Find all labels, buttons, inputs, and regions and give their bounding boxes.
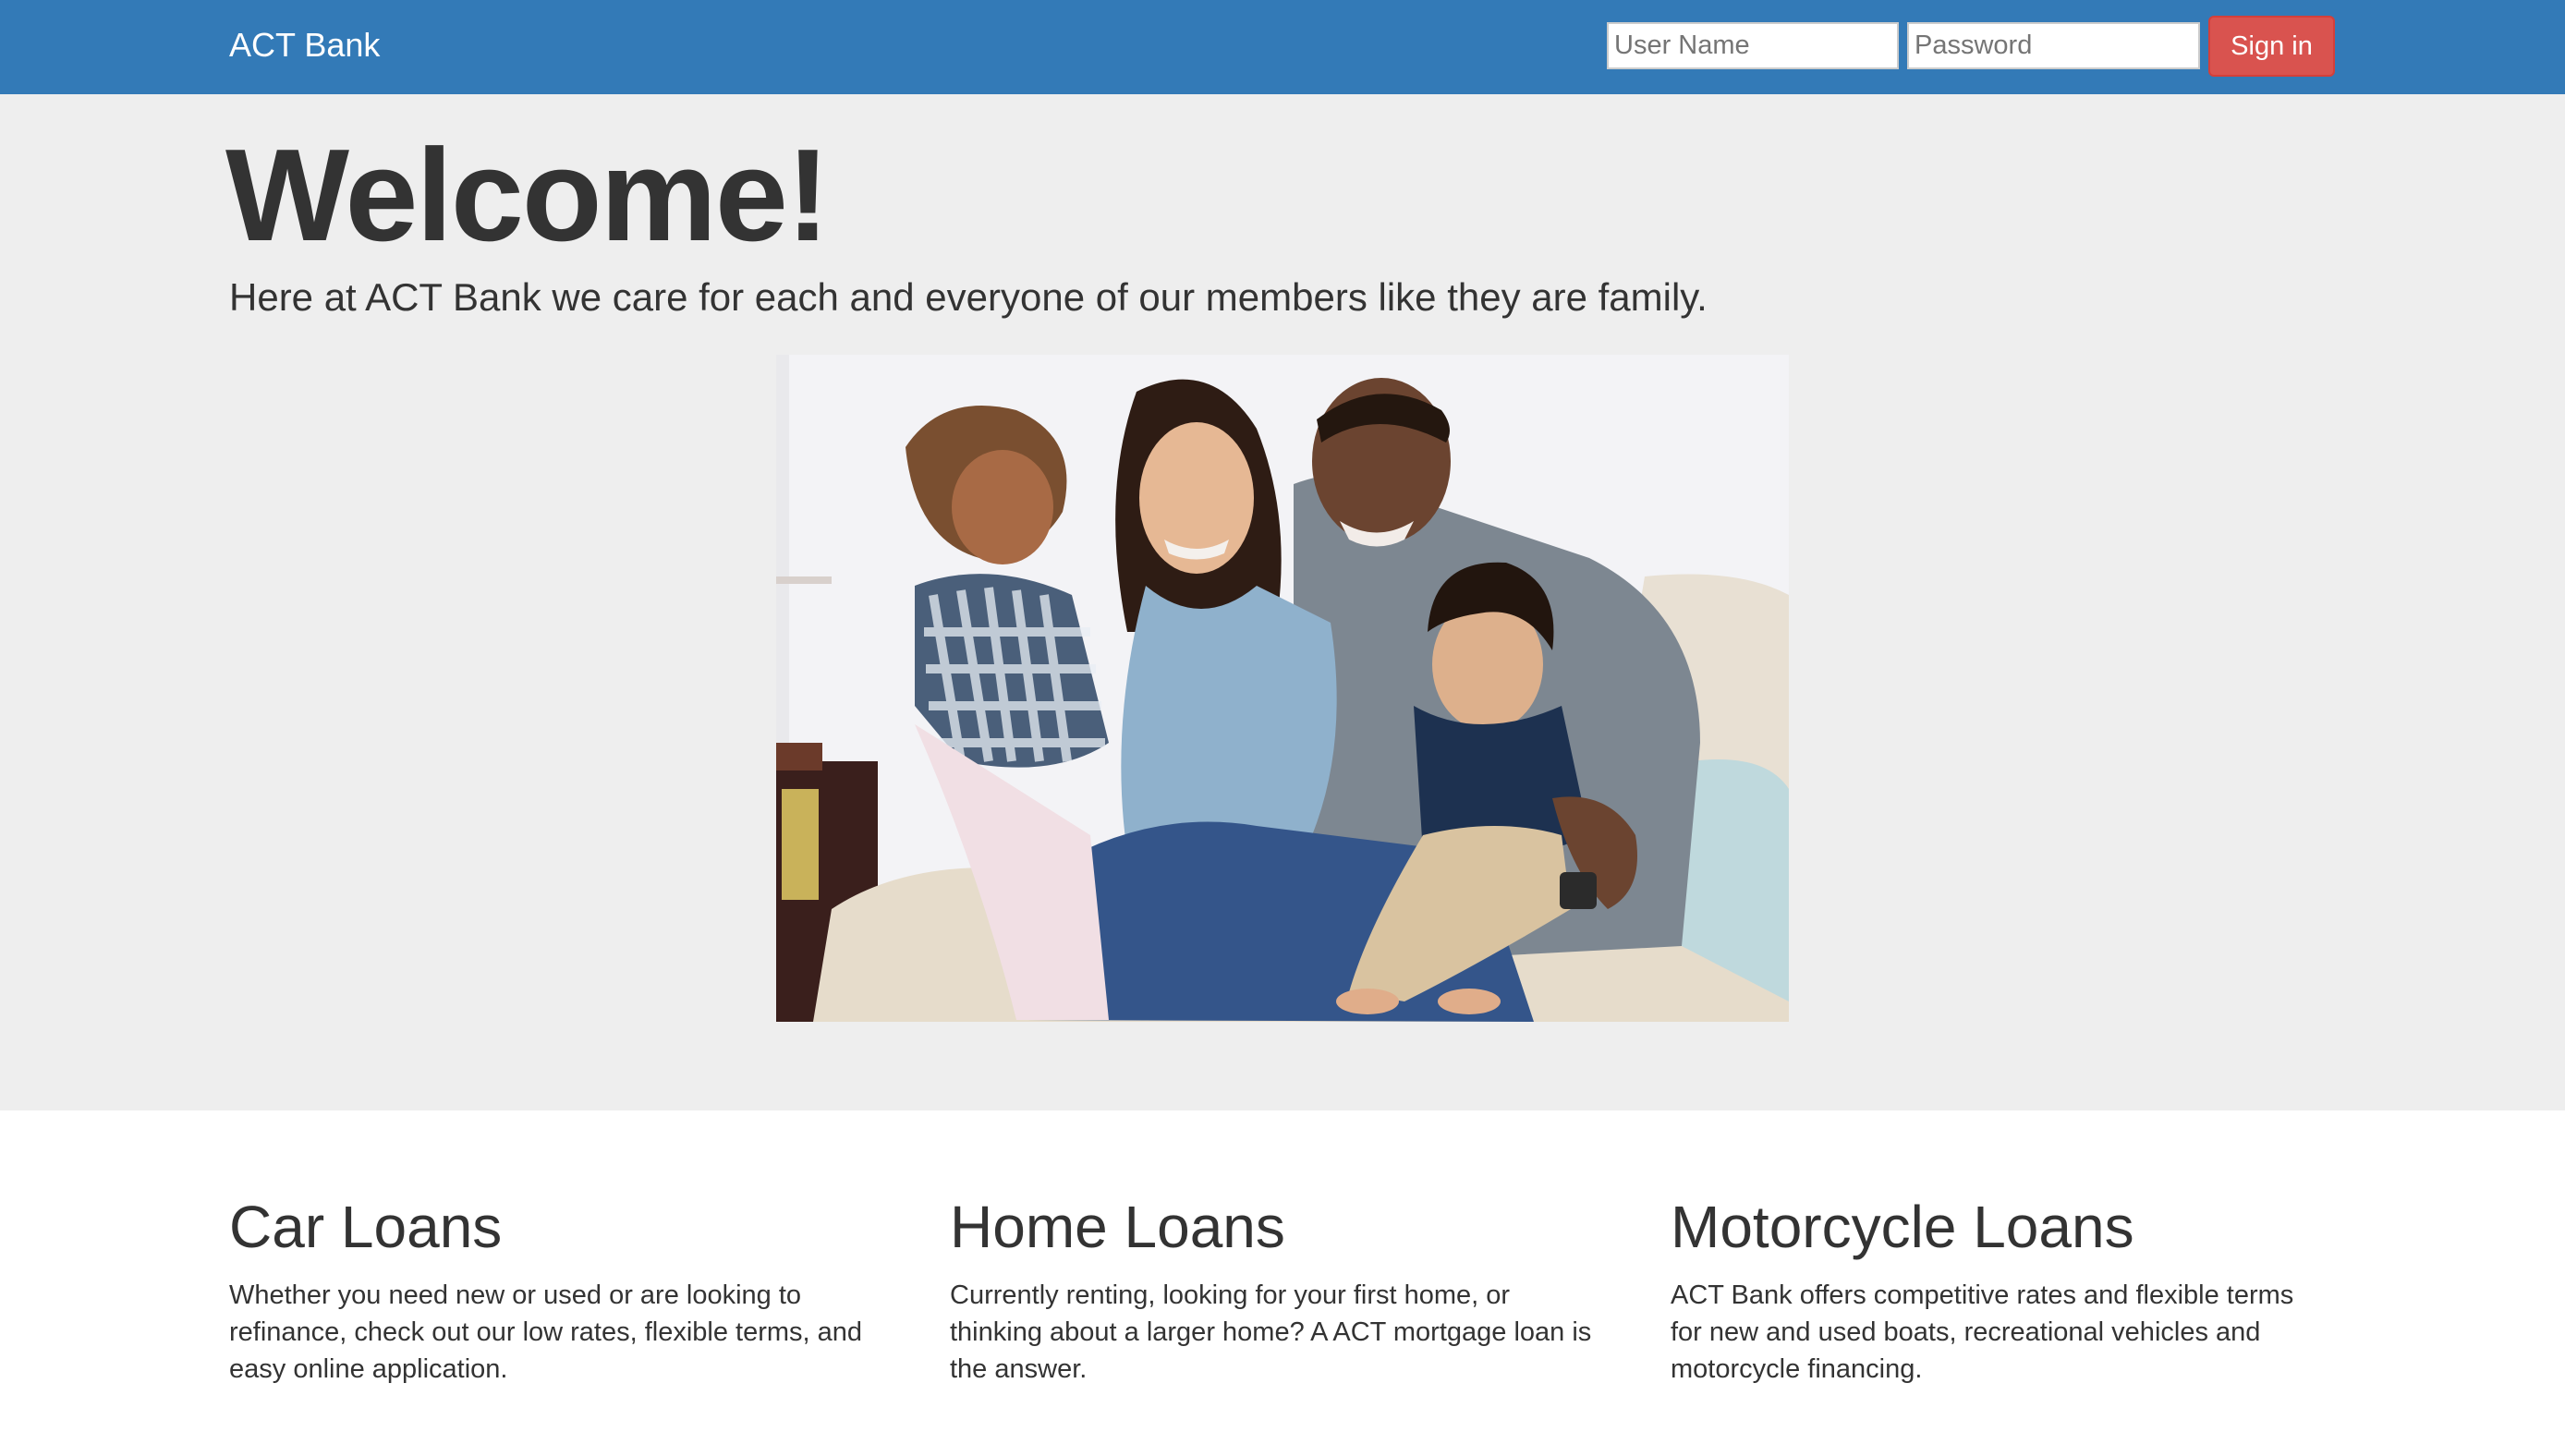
password-input[interactable] [1907, 22, 2200, 69]
car-loans-heading: Car Loans [229, 1194, 503, 1260]
home-loans-text: Currently renting, looking for your firs… [950, 1280, 1592, 1384]
car-loans-section: Car Loans Whether you need new or used o… [229, 1192, 876, 1388]
jumbotron: Welcome! Here at ACT Bank we care for ea… [0, 94, 2565, 1110]
home-loans-section: Home Loans Currently renting, looking fo… [950, 1192, 1597, 1388]
car-loans-text: Whether you need new or used or are look… [229, 1280, 863, 1384]
welcome-lead: Here at ACT Bank we care for each and ev… [229, 275, 1708, 319]
motorcycle-loans-heading: Motorcycle Loans [1671, 1194, 2134, 1260]
brand-link[interactable]: ACT Bank [229, 24, 380, 67]
motorcycle-loans-section: Motorcycle Loans ACT Bank offers competi… [1671, 1192, 2317, 1388]
home-loans-heading: Home Loans [950, 1194, 1285, 1260]
motorcycle-loans-text: ACT Bank offers competitive rates and fl… [1671, 1280, 2294, 1384]
top-navbar: ACT Bank Sign in [0, 0, 2565, 94]
username-input[interactable] [1607, 22, 1899, 69]
family-photo-illustration [776, 355, 1789, 1022]
welcome-heading: Welcome! [225, 122, 830, 269]
family-photo [776, 355, 1789, 1022]
sign-in-button[interactable]: Sign in [2208, 16, 2335, 77]
